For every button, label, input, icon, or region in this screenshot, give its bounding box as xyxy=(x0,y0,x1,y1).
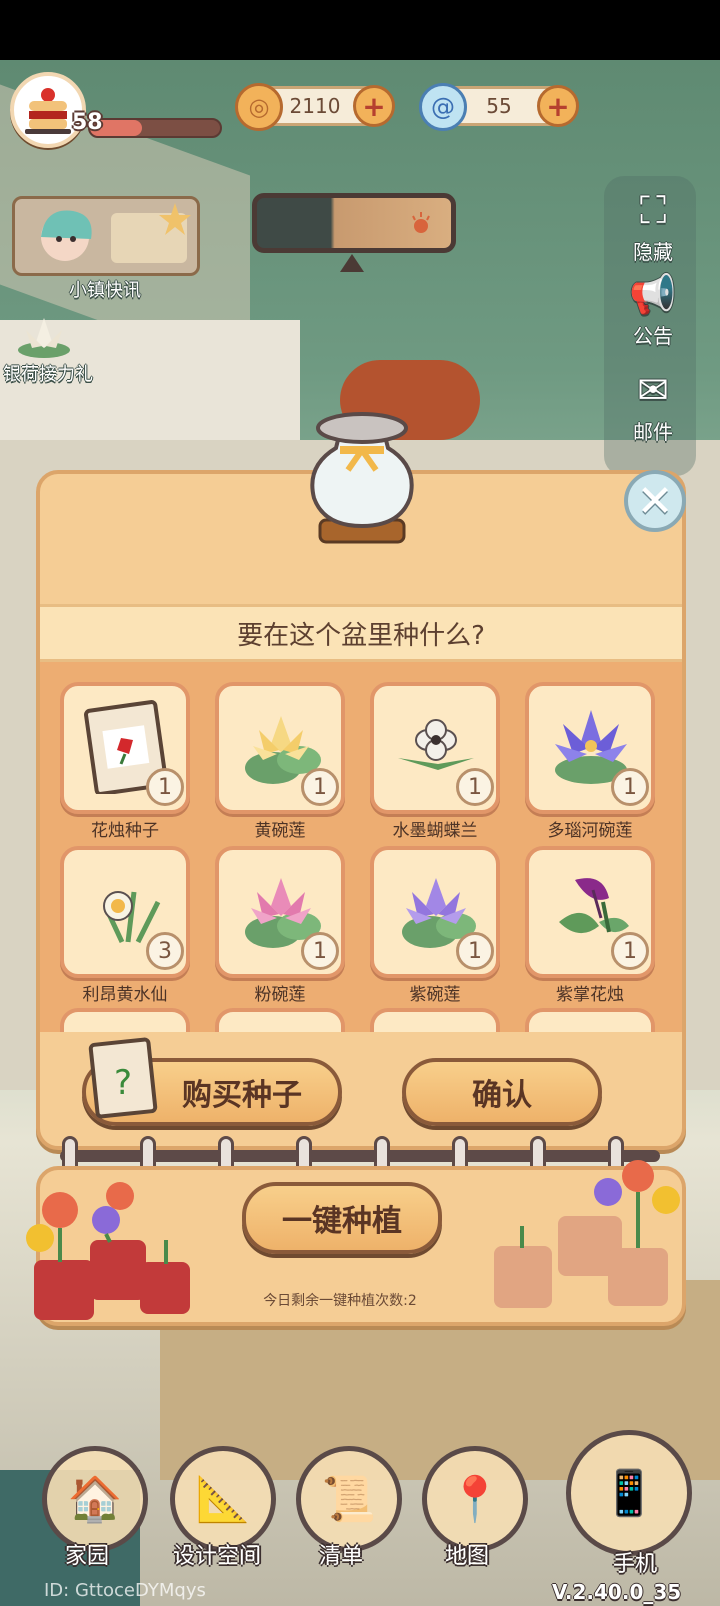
seed-card-anthurium-seed[interactable]: 1 xyxy=(60,682,190,814)
news-characters-image xyxy=(41,203,191,263)
coin-icon: ◎ xyxy=(235,83,283,131)
level-number: 58 xyxy=(72,110,103,135)
vase-icon xyxy=(300,408,424,548)
seed-card-ink-butterfly-orchid[interactable]: 1 xyxy=(370,682,500,814)
seed-name: 花烛种子 xyxy=(91,821,159,841)
flower-pots-right xyxy=(488,1156,688,1326)
quantity-badge: 1 xyxy=(301,932,339,970)
phone-nav-label: 手机 xyxy=(612,1552,657,1577)
seed-card-partial[interactable] xyxy=(370,1008,500,1032)
add-gems-button[interactable]: + xyxy=(537,85,579,127)
one-click-plant-label: 一键种植 xyxy=(282,1204,402,1239)
seed-name: 黄碗莲 xyxy=(254,821,306,841)
quantity-badge: 1 xyxy=(456,932,494,970)
seed-name: 紫掌花烛 xyxy=(556,985,624,1005)
seed-card-purple-lotus[interactable]: 1 xyxy=(370,846,500,978)
lotus-relay-label: 银荷接力礼 xyxy=(3,364,93,385)
seed-name: 利昂黄水仙 xyxy=(82,985,168,1005)
scroll-list-icon: 📜 xyxy=(321,1474,377,1525)
mystery-seed-packet-icon: ? xyxy=(88,1036,158,1120)
seed-name: 粉碗莲 xyxy=(254,985,306,1005)
seed-card-yellow-lotus[interactable]: 1 xyxy=(215,682,345,814)
phone-nav-button[interactable]: 📱 xyxy=(566,1430,692,1556)
seed-card-leon-daffodil[interactable]: 3 xyxy=(60,846,190,978)
confirm-label: 确认 xyxy=(472,1078,532,1113)
list-nav-label: 清单 xyxy=(318,1544,363,1569)
hide-ui-label: 隐藏 xyxy=(633,240,673,264)
day-night-indicator xyxy=(252,193,456,253)
quantity-badge: 3 xyxy=(146,932,184,970)
house-icon: 🏠 xyxy=(67,1474,123,1525)
swirl-gem-icon: @ xyxy=(419,83,467,131)
map-nav-button[interactable]: 📍 xyxy=(422,1446,528,1552)
notice-button[interactable]: 📢 公告 xyxy=(608,270,698,349)
seed-card-partial[interactable] xyxy=(60,1008,190,1032)
gem-amount: 55 xyxy=(486,94,512,118)
seed-name: 紫碗莲 xyxy=(409,985,461,1005)
notice-label: 公告 xyxy=(633,324,673,348)
confirm-button[interactable]: 确认 xyxy=(402,1058,602,1126)
design-tools-icon: 📐 xyxy=(195,1474,251,1525)
town-news-label: 小镇快讯 xyxy=(69,280,141,301)
add-coins-button[interactable]: + xyxy=(353,85,395,127)
mail-label: 邮件 xyxy=(633,420,673,444)
quantity-badge: 1 xyxy=(456,768,494,806)
seed-card-danube-lotus[interactable]: 1 xyxy=(525,682,655,814)
town-news-banner[interactable] xyxy=(12,196,200,276)
buy-seeds-label: 购买种子 xyxy=(182,1078,302,1113)
list-nav-button[interactable]: 📜 xyxy=(296,1446,402,1552)
user-id: ID: GttoceDYMqys xyxy=(44,1580,206,1601)
seed-card-purple-anthurium[interactable]: 1 xyxy=(525,846,655,978)
quantity-badge: 1 xyxy=(146,768,184,806)
seed-card-partial[interactable] xyxy=(525,1008,655,1032)
hide-ui-button[interactable]: ⛶ 隐藏 xyxy=(608,186,698,265)
megaphone-icon: 📢 xyxy=(629,271,677,316)
seed-card-pink-lotus[interactable]: 1 xyxy=(215,846,345,978)
quantity-badge: 1 xyxy=(611,768,649,806)
one-click-plant-button[interactable]: 一键种植 xyxy=(242,1182,442,1254)
dialog-question: 要在这个盆里种什么? xyxy=(40,604,682,662)
phone-icon: 📱 xyxy=(601,1468,657,1519)
time-pointer xyxy=(340,254,364,272)
close-button[interactable]: ✕ xyxy=(624,470,686,532)
seed-name: 水墨蝴蝶兰 xyxy=(392,821,478,841)
level-progress-bar xyxy=(88,118,222,138)
map-pin-icon: 📍 xyxy=(447,1474,503,1525)
seed-card-partial[interactable] xyxy=(215,1008,345,1032)
seed-name: 多瑙河碗莲 xyxy=(547,821,633,841)
home-nav-label: 家园 xyxy=(64,1544,109,1569)
coin-amount: 2110 xyxy=(289,94,341,118)
mail-button[interactable]: ✉ 邮件 xyxy=(608,366,698,445)
flower-pots-left xyxy=(20,1170,200,1330)
envelope-icon: ✉ xyxy=(637,368,669,412)
frame-corners-icon: ⛶ xyxy=(639,187,667,232)
svg-text:?: ? xyxy=(114,1063,132,1103)
seed-grid: 1 1 1 1 花烛种子 黄碗莲 水墨蝴蝶兰 多瑙河碗莲 3 1 1 1 利昂黄… xyxy=(40,662,682,1032)
coin-counter: ◎ 2110 + xyxy=(235,83,395,131)
map-nav-label: 地图 xyxy=(444,1544,489,1569)
version-label: V.2.40.0_35 xyxy=(552,1580,682,1604)
design-space-nav-label: 设计空间 xyxy=(172,1544,261,1569)
sun-icon xyxy=(412,212,430,233)
remaining-plant-count: 今日剩余一键种植次数:2 xyxy=(263,1293,417,1309)
gem-counter: @ 55 + xyxy=(419,83,579,131)
lotus-relay-event[interactable] xyxy=(16,310,72,360)
design-space-nav-button[interactable]: 📐 xyxy=(170,1446,276,1552)
quantity-badge: 1 xyxy=(611,932,649,970)
home-nav-button[interactable]: 🏠 xyxy=(42,1446,148,1552)
lotus-icon xyxy=(18,318,70,358)
cake-icon xyxy=(25,88,71,134)
quantity-badge: 1 xyxy=(301,768,339,806)
